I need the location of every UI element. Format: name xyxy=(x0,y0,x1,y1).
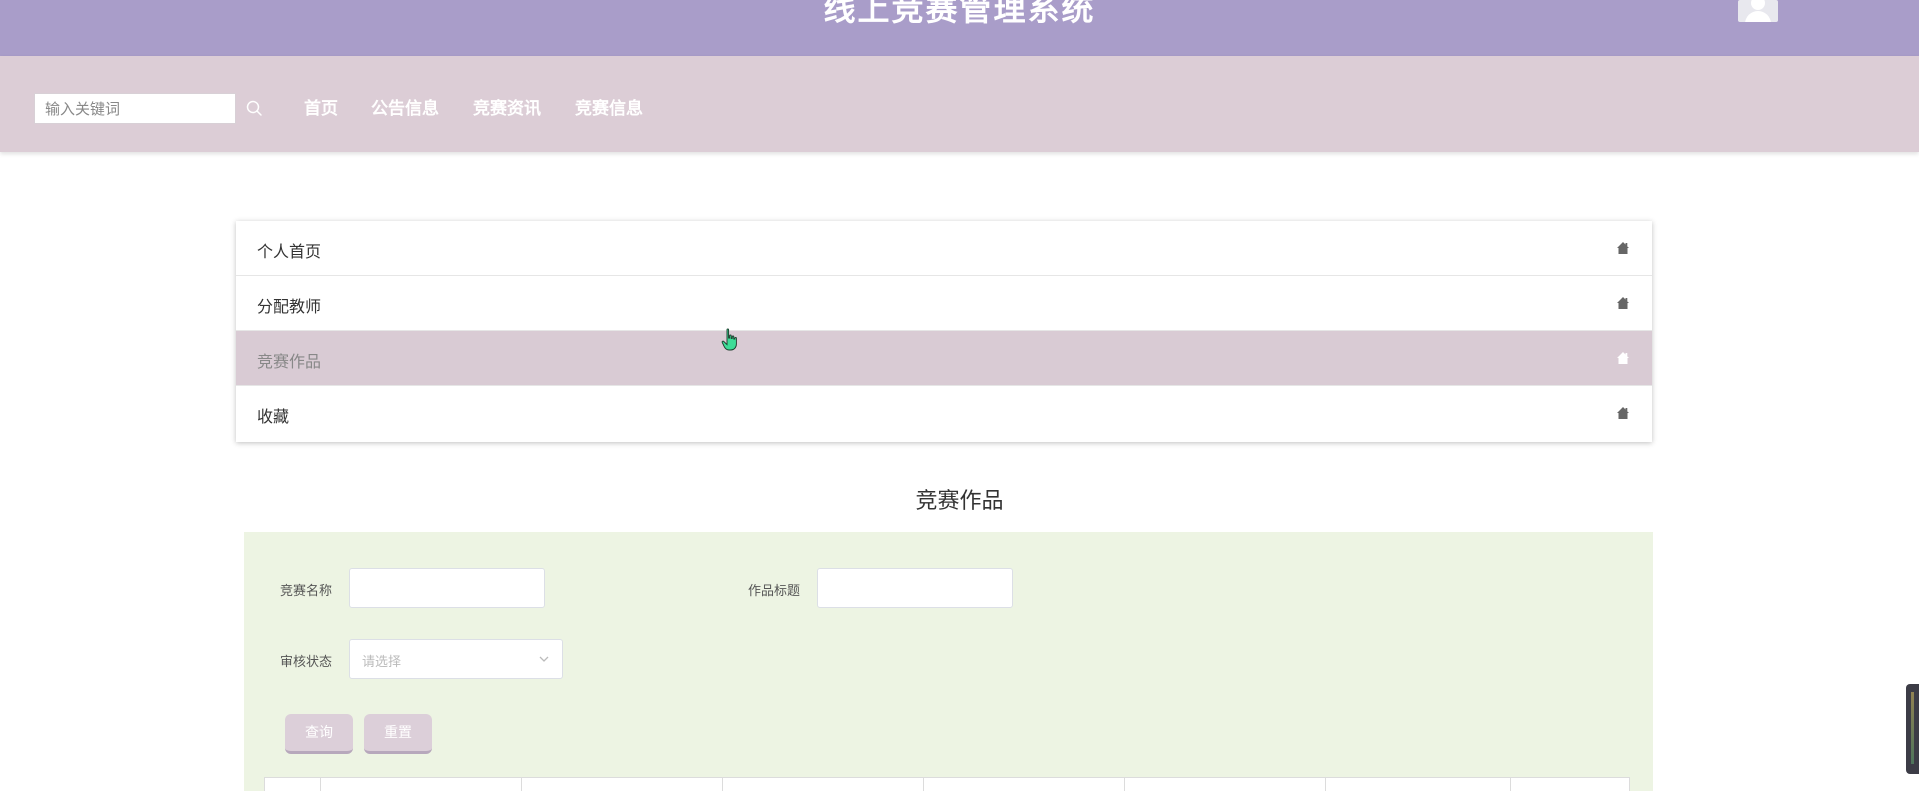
home-icon xyxy=(1617,407,1629,419)
table-column-divider xyxy=(1325,778,1326,791)
menu-item-assign-teacher[interactable]: 分配教师 xyxy=(236,276,1652,331)
chevron-down-icon xyxy=(539,656,549,662)
filter-panel: 竞赛名称 作品标题 审核状态 请选择 查询 重置 xyxy=(244,532,1653,791)
table-column-divider xyxy=(923,778,924,791)
menu-item-personal-home[interactable]: 个人首页 xyxy=(236,221,1652,276)
section-title: 竞赛作品 xyxy=(915,489,1004,514)
work-title-input[interactable] xyxy=(817,568,1013,608)
query-button[interactable]: 查询 xyxy=(285,714,353,754)
widget-indicator xyxy=(1911,692,1914,764)
nav-item-home[interactable]: 首页 xyxy=(304,94,338,119)
competition-name-label: 竞赛名称 xyxy=(280,584,333,599)
menu-item-competition-works[interactable]: 竞赛作品 xyxy=(236,331,1652,386)
nav-item-competition-news[interactable]: 竞赛资讯 xyxy=(473,94,541,119)
menu-item-label: 个人首页 xyxy=(257,242,322,261)
reset-button[interactable]: 重置 xyxy=(364,714,432,754)
floating-side-widget[interactable] xyxy=(1906,684,1919,774)
table-column-divider xyxy=(1510,778,1511,791)
nav-bar: 首页 公告信息 竞赛资讯 竞赛信息 xyxy=(0,56,1919,152)
search-input[interactable] xyxy=(34,93,236,124)
home-icon xyxy=(1617,352,1629,364)
table-column-divider xyxy=(1124,778,1125,791)
table-column-divider xyxy=(722,778,723,791)
user-avatar[interactable] xyxy=(1738,0,1778,22)
site-title: 线上竞赛管理系统 xyxy=(823,0,1096,28)
review-status-label: 审核状态 xyxy=(280,655,333,670)
nav-item-announcements[interactable]: 公告信息 xyxy=(371,94,439,119)
user-menu: 个人首页 分配教师 竞赛作品 收藏 xyxy=(236,221,1652,442)
home-icon xyxy=(1617,242,1629,254)
table-column-divider xyxy=(521,778,522,791)
work-title-label: 作品标题 xyxy=(748,584,801,599)
review-status-placeholder: 请选择 xyxy=(362,655,402,670)
menu-item-label: 收藏 xyxy=(257,407,290,426)
competition-name-input[interactable] xyxy=(349,568,545,608)
avatar-head xyxy=(1751,0,1765,10)
menu-item-favorites[interactable]: 收藏 xyxy=(236,386,1652,441)
review-status-select[interactable]: 请选择 xyxy=(349,639,563,679)
nav-item-competition-info[interactable]: 竞赛信息 xyxy=(575,94,643,119)
menu-item-label: 竞赛作品 xyxy=(257,352,322,371)
home-icon xyxy=(1617,297,1629,309)
results-table-header xyxy=(264,777,1630,791)
table-column-divider xyxy=(320,778,321,791)
menu-item-label: 分配教师 xyxy=(257,297,322,316)
top-header: 线上竞赛管理系统 xyxy=(0,0,1919,56)
avatar-body xyxy=(1745,11,1771,22)
search-icon[interactable] xyxy=(245,99,265,119)
hand-cursor-icon xyxy=(721,328,737,351)
